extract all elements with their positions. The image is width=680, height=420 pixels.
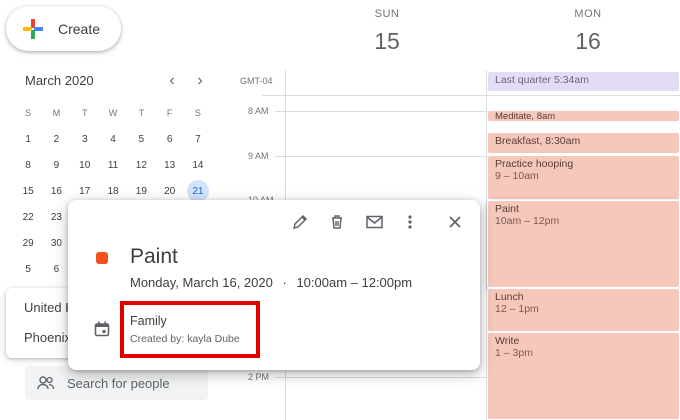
mini-calendar-day[interactable]: 3 — [71, 126, 99, 152]
event-time: 10am – 12pm — [495, 215, 560, 227]
day-header-sun[interactable]: SUN 15 — [357, 8, 417, 55]
mini-calendar-day[interactable]: 1 — [14, 126, 42, 152]
mini-calendar-day[interactable]: 13 — [155, 152, 183, 178]
mini-calendar-day[interactable]: 10 — [71, 152, 99, 178]
close-icon[interactable] — [443, 210, 467, 234]
popup-created-by: Created by: kayla Dube — [130, 333, 240, 345]
weekday-header: S — [25, 108, 32, 118]
popup-calendar-name: Family — [130, 314, 167, 328]
calendar-icon — [94, 321, 110, 342]
hour-label: 8 AM — [248, 106, 269, 116]
mini-calendar-day[interactable]: 6 — [155, 126, 183, 152]
today-marker: 21 — [186, 180, 209, 202]
day-date: 16 — [575, 28, 601, 54]
event-title: Breakfast, 8:30am — [495, 135, 581, 147]
mini-calendar-month: March 2020 — [25, 73, 94, 88]
weekday-header: F — [166, 108, 173, 118]
popup-event-title: Paint — [130, 245, 178, 268]
plus-icon — [22, 18, 44, 40]
event-details-popup: Paint Monday, March 16, 2020 · 10:00am –… — [68, 200, 480, 370]
mini-calendar-day[interactable]: 9 — [42, 152, 70, 178]
edit-icon[interactable] — [288, 210, 312, 234]
mini-calendar-day[interactable]: 7 — [184, 126, 212, 152]
event-lunch[interactable]: Lunch 12 – 1pm — [487, 288, 680, 332]
weekday-header: T — [138, 108, 145, 118]
popup-separator: · — [282, 275, 287, 290]
prev-month-icon[interactable]: ‹ — [163, 72, 181, 90]
mini-calendar-day[interactable]: 4 — [99, 126, 127, 152]
event-write[interactable]: Write 1 – 3pm — [487, 332, 680, 420]
weekday-header: S — [194, 108, 201, 118]
event-title: Lunch — [495, 291, 524, 303]
mini-calendar-day[interactable]: 12 — [127, 152, 155, 178]
create-button[interactable]: Create — [6, 6, 121, 51]
day-name: MON — [574, 8, 602, 20]
weekday-header: M — [52, 108, 61, 118]
event-title: Last quarter 5:34am — [495, 74, 589, 86]
event-time: 1 – 3pm — [495, 347, 533, 359]
popup-event-datetime: Monday, March 16, 2020 · 10:00am – 12:00… — [130, 275, 412, 290]
mini-calendar-day[interactable]: 14 — [184, 152, 212, 178]
hour-label: 2 PM — [248, 372, 270, 382]
event-title: Paint — [495, 203, 519, 215]
event-practice-hooping[interactable]: Practice hooping 9 – 10am — [487, 155, 680, 200]
event-meditate[interactable]: Meditate, 8am — [487, 110, 680, 122]
create-label: Create — [58, 20, 101, 37]
calendar-item[interactable]: Phoenix — [24, 330, 71, 345]
timezone-label: GMT-04 — [240, 76, 273, 86]
mini-calendar-day[interactable]: 16 — [42, 178, 70, 204]
next-month-icon[interactable]: › — [191, 72, 209, 90]
highlight-box — [120, 301, 260, 358]
day-name: SUN — [374, 8, 400, 20]
event-last-quarter[interactable]: Last quarter 5:34am — [487, 71, 680, 92]
grid-line — [262, 95, 680, 96]
event-title: Practice hooping — [495, 158, 574, 170]
email-icon[interactable] — [362, 210, 386, 234]
event-color-swatch — [96, 252, 108, 264]
mini-calendar-day[interactable]: 11 — [99, 152, 127, 178]
more-options-icon[interactable] — [398, 210, 422, 234]
event-title: Meditate, 8am — [495, 111, 556, 122]
calendar-item[interactable]: United K — [24, 300, 74, 315]
event-paint[interactable]: Paint 10am – 12pm — [487, 200, 680, 288]
search-people-placeholder: Search for people — [67, 375, 170, 391]
mini-calendar-day[interactable]: 23 — [42, 204, 70, 230]
mini-calendar-day[interactable]: 6 — [42, 256, 70, 282]
people-icon — [37, 376, 55, 390]
event-time: 12 – 1pm — [495, 303, 539, 315]
mini-calendar-day[interactable]: 29 — [14, 230, 42, 256]
mini-calendar-day[interactable]: 15 — [14, 178, 42, 204]
mini-calendar-day[interactable]: 30 — [42, 230, 70, 256]
mini-calendar-day[interactable]: 22 — [14, 204, 42, 230]
day-date: 15 — [374, 28, 400, 54]
event-breakfast[interactable]: Breakfast, 8:30am — [487, 132, 680, 154]
mini-calendar-day[interactable]: 8 — [14, 152, 42, 178]
hour-label: 9 AM — [248, 151, 269, 161]
delete-icon[interactable] — [325, 210, 349, 234]
weekday-header: W — [108, 108, 118, 118]
event-title: Write — [495, 335, 520, 347]
mini-calendar-day[interactable]: 5 — [14, 256, 42, 282]
search-people-input[interactable]: Search for people — [25, 366, 208, 400]
mini-calendar-day[interactable]: 5 — [127, 126, 155, 152]
popup-event-time: 10:00am – 12:00pm — [296, 275, 413, 290]
mini-calendar-day[interactable]: 2 — [42, 126, 70, 152]
weekday-header: T — [81, 108, 88, 118]
day-header-mon[interactable]: MON 16 — [558, 8, 618, 55]
event-time: 9 – 10am — [495, 170, 539, 182]
popup-event-date: Monday, March 16, 2020 — [130, 275, 273, 290]
